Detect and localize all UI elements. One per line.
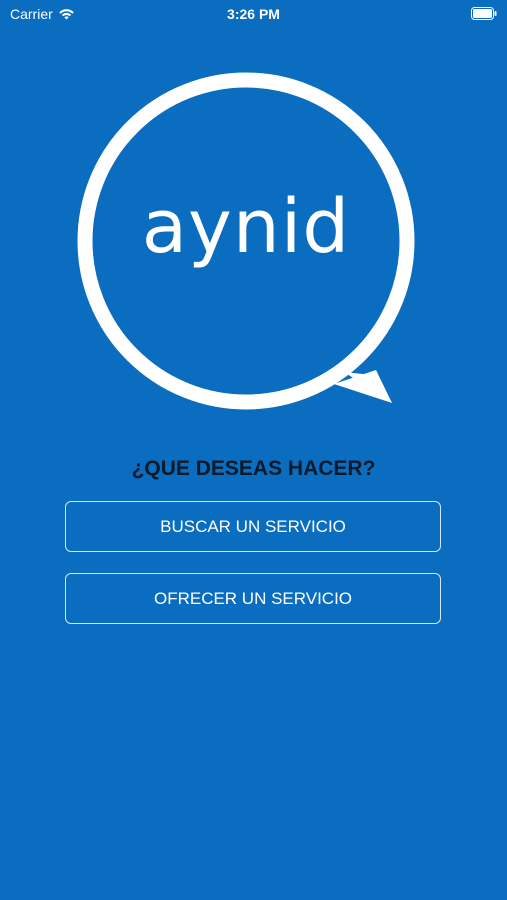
status-time: 3:26 PM: [227, 6, 280, 22]
status-bar: Carrier 3:26 PM: [0, 0, 507, 30]
offer-service-button[interactable]: OFRECER UN SERVICIO: [65, 573, 441, 624]
logo-text: aynid: [141, 184, 351, 270]
page-question: ¿QUE DESEAS HACER?: [131, 457, 376, 480]
aynid-logo: aynid: [76, 72, 432, 412]
battery-icon: [471, 7, 497, 20]
search-service-button[interactable]: BUSCAR UN SERVICIO: [65, 501, 441, 552]
